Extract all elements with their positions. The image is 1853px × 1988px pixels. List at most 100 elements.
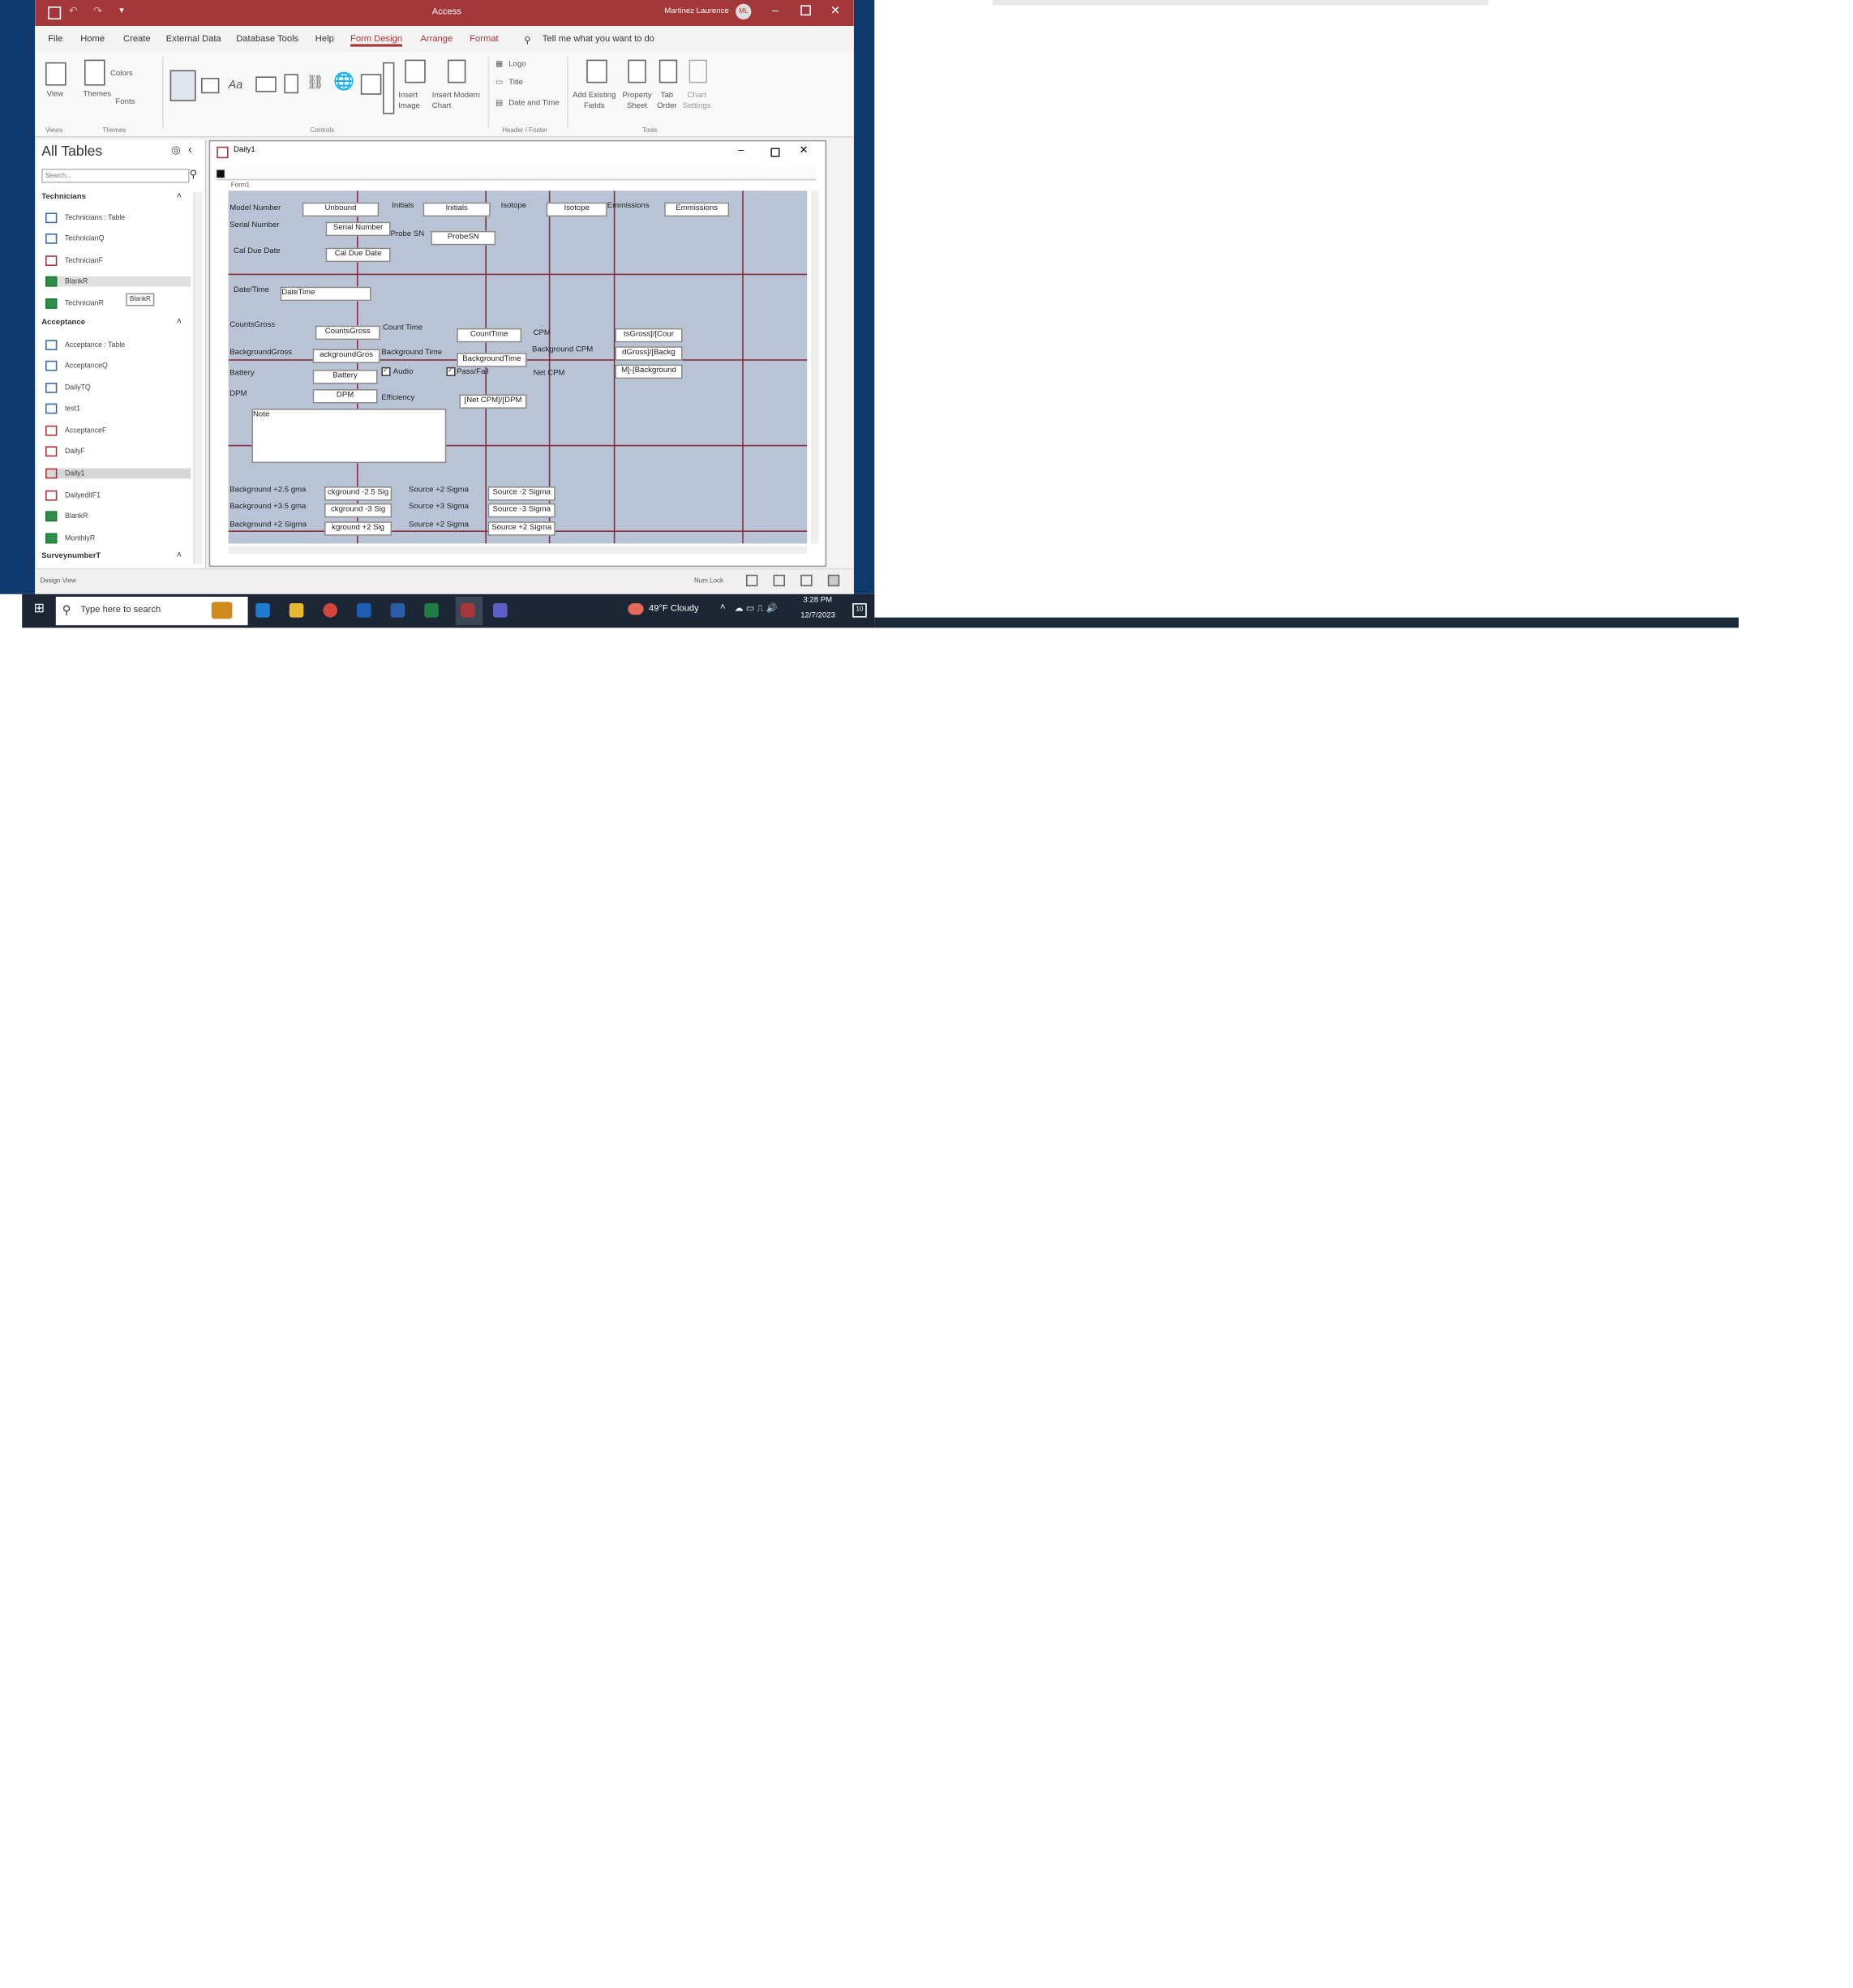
clock-time[interactable]: 3:28 PM — [803, 597, 832, 605]
tab-control-icon[interactable] — [284, 74, 298, 94]
logo-icon[interactable]: ▦ — [495, 60, 503, 69]
edge-icon[interactable] — [255, 603, 270, 618]
list-item[interactable]: AcceptanceQ — [45, 360, 108, 371]
themes-button[interactable]: Themes — [83, 91, 111, 99]
textbox-control-icon[interactable] — [201, 78, 220, 94]
field-label[interactable]: Probe SN — [391, 231, 425, 239]
background-sigma-field[interactable]: kground +2 Sig — [324, 521, 392, 536]
property-sheet-icon[interactable] — [628, 59, 646, 84]
list-item[interactable]: TechnicianR — [45, 298, 104, 309]
field-label[interactable]: Source +2 Sigma — [409, 486, 469, 495]
themes-icon[interactable] — [84, 59, 105, 86]
tab-home[interactable]: Home — [80, 35, 105, 44]
redo-icon[interactable]: ↷ — [93, 5, 102, 16]
cal-due-date-field[interactable]: Cal Due Date — [325, 247, 391, 263]
nav-options-icon[interactable]: ◎ — [171, 144, 180, 156]
field-label[interactable]: Cal Due Date — [234, 248, 281, 256]
list-item[interactable]: Daily1 — [45, 468, 191, 479]
excel-icon[interactable] — [424, 603, 439, 618]
fonts-button[interactable]: Fonts — [115, 99, 135, 107]
insert-image-button[interactable]: Insert Image — [398, 91, 432, 112]
nav-title[interactable]: All Tables — [41, 144, 102, 160]
collapse-nav-icon[interactable]: ‹ — [188, 143, 192, 156]
list-item[interactable]: Acceptance : Table — [45, 340, 125, 350]
source-sigma-field[interactable]: Source -3 Sigma — [487, 503, 555, 518]
dpm-field[interactable]: DPM — [312, 389, 378, 404]
insert-image-icon[interactable] — [405, 59, 426, 84]
briefcase-icon[interactable] — [211, 602, 233, 619]
list-item[interactable]: AcceptanceF — [45, 425, 106, 436]
list-item[interactable]: DailyF — [45, 446, 85, 457]
background-gross-field[interactable]: ackgroundGros — [312, 349, 380, 363]
tab-database-tools[interactable]: Database Tools — [236, 35, 298, 44]
web-browser-control-icon[interactable]: 🌐 — [333, 71, 354, 92]
field-label[interactable]: Serial Number — [229, 222, 279, 230]
count-time-field[interactable]: CountTime — [457, 328, 522, 343]
customize-qat-icon[interactable]: ▾ — [119, 5, 124, 15]
tray-icons[interactable]: ☁ ▭ ⎍ 🔊 — [735, 603, 778, 615]
add-existing-fields-button[interactable]: Add Existing Fields — [573, 91, 616, 112]
tab-order-button[interactable]: Tab Order — [655, 91, 679, 112]
file-explorer-icon[interactable] — [289, 603, 304, 618]
list-item[interactable]: TechnicianQ — [45, 234, 104, 244]
efficiency-field[interactable]: [Net CPM]/[DPM — [459, 394, 527, 409]
source-sigma-field[interactable]: Source -2 Sigma — [487, 486, 555, 501]
field-label[interactable]: Source +3 Sigma — [409, 503, 469, 512]
view-icon[interactable] — [45, 62, 66, 86]
net-cpm-field[interactable]: M]-[Background — [615, 364, 683, 379]
list-item[interactable]: DailyTQ — [45, 383, 91, 393]
list-item[interactable]: BlankR — [45, 511, 88, 522]
field-label[interactable]: Isotope — [501, 203, 527, 211]
minimize-icon[interactable]: – — [772, 4, 779, 17]
date-time-icon[interactable]: ▤ — [495, 99, 503, 108]
field-label[interactable]: Battery — [229, 370, 254, 378]
field-label[interactable]: Date/Time — [234, 287, 269, 295]
design-view-icon[interactable] — [800, 574, 813, 587]
nav-search-input[interactable] — [41, 169, 190, 183]
list-item[interactable]: Technicians : Table — [45, 212, 125, 224]
field-label[interactable]: DPM — [229, 391, 247, 399]
audio-checkbox[interactable]: ✓ — [381, 366, 391, 376]
battery-field[interactable]: Battery — [312, 370, 378, 384]
add-existing-fields-icon[interactable] — [586, 59, 607, 84]
isotope-field[interactable]: Isotope — [546, 202, 607, 217]
clock-date[interactable]: 12/7/2023 — [800, 612, 835, 620]
source-sigma-field[interactable]: Source +2 Sigma — [487, 521, 555, 536]
nav-group-acceptance[interactable]: Acceptance — [41, 319, 85, 328]
date-time-button[interactable]: Date and Time — [508, 100, 559, 108]
horizontal-scrollbar[interactable] — [228, 546, 808, 555]
datasheet-view-icon[interactable] — [827, 574, 840, 587]
avatar[interactable]: ML — [736, 3, 752, 20]
property-sheet-button[interactable]: Property Sheet — [620, 91, 654, 112]
probe-sn-field[interactable]: ProbeSN — [431, 230, 496, 246]
pass-fail-checkbox[interactable]: ✓ — [446, 366, 456, 376]
emmissions-field[interactable]: Emmissions — [664, 202, 730, 217]
field-label[interactable]: Initials — [392, 203, 414, 211]
navigation-control-icon[interactable] — [360, 74, 382, 95]
restore-icon[interactable] — [800, 5, 811, 16]
nav-group-technicians[interactable]: Technicians — [41, 193, 86, 201]
view-button[interactable]: View — [47, 91, 64, 99]
field-label[interactable]: Background +2.5 gma — [229, 486, 306, 495]
tab-create[interactable]: Create — [123, 35, 151, 44]
tab-file[interactable]: File — [48, 35, 62, 44]
tab-order-icon[interactable] — [658, 59, 678, 84]
hyperlink-control-icon[interactable]: ⛓ — [307, 74, 324, 91]
field-label[interactable]: Background CPM — [532, 346, 593, 354]
controls-gallery-scroll[interactable] — [383, 62, 395, 114]
logo-button[interactable]: Logo — [508, 61, 525, 69]
field-label[interactable]: CountsGross — [229, 322, 275, 330]
vertical-scrollbar[interactable] — [811, 191, 819, 544]
list-item[interactable]: MonthlyR — [45, 533, 95, 544]
tell-me-box[interactable]: Tell me what you want to do — [543, 35, 654, 44]
cpm-field[interactable]: tsGross]/[Cour — [615, 328, 683, 343]
chevron-up-icon[interactable]: ˄ — [720, 603, 726, 612]
chrome-icon[interactable] — [323, 603, 337, 618]
restore-icon[interactable] — [770, 148, 780, 157]
label-control-icon[interactable]: Aa — [229, 78, 243, 91]
list-item[interactable]: test1 — [45, 403, 80, 414]
background-sigma-field[interactable]: ckground -3 Sig — [324, 503, 392, 518]
minimize-icon[interactable]: – — [738, 144, 744, 156]
select-pointer-icon[interactable] — [169, 70, 196, 101]
title-button[interactable]: Title — [508, 79, 523, 88]
